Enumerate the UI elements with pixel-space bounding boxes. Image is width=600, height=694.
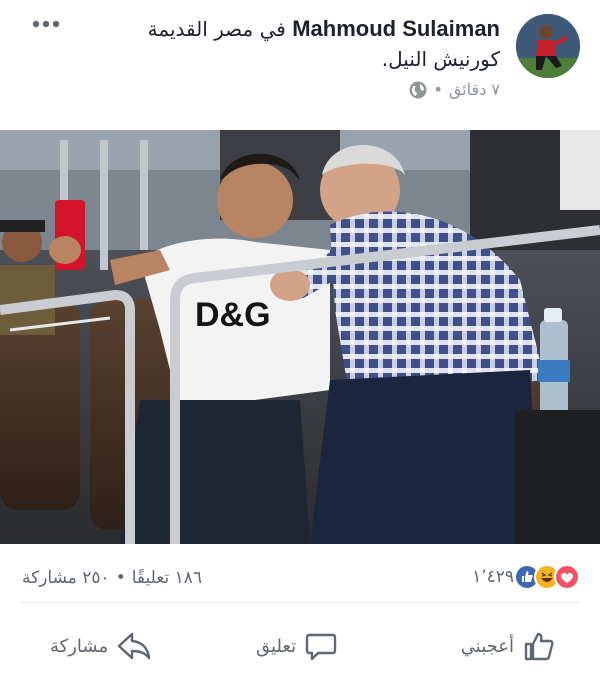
meta-separator: • — [433, 80, 443, 99]
engagement-counts: ١٬٤٢٩ ١٨٦ تعليقًا • ٢٥٠ مشاركة — [0, 556, 600, 596]
share-label: مشاركة — [50, 635, 109, 657]
globe-icon — [409, 81, 427, 98]
like-button[interactable]: أعجبني — [461, 626, 556, 666]
share-arrow-icon — [117, 632, 151, 660]
post-time[interactable]: ٧ دقائق — [449, 80, 500, 99]
post-header-text: Mahmoud Sulaiman في مصر القديمة كورنيش ا… — [80, 14, 500, 99]
reaction-summary[interactable]: ١٬٤٢٩ — [472, 564, 580, 590]
comment-label: تعليق — [256, 635, 297, 657]
post-photo[interactable]: D&G — [0, 130, 600, 544]
comment-button[interactable]: تعليق — [256, 626, 338, 666]
author-name[interactable]: Mahmoud Sulaiman — [292, 16, 500, 41]
comment-count[interactable]: ١٨٦ تعليقًا — [132, 568, 202, 588]
like-label: أعجبني — [460, 635, 514, 657]
divider — [20, 602, 580, 603]
share-count[interactable]: ٢٥٠ مشاركة — [22, 568, 110, 588]
thumbs-up-icon — [524, 632, 554, 661]
post-meta: ٧ دقائق • — [80, 80, 500, 99]
love-reaction-icon — [554, 564, 580, 590]
author-avatar[interactable] — [516, 14, 580, 78]
comment-bubble-icon — [305, 633, 337, 661]
location-name[interactable]: مصر القديمة — [148, 17, 254, 41]
action-bar: أعجبني تعليق مشاركة — [0, 612, 600, 682]
comment-share-counts: ١٨٦ تعليقًا • ٢٥٠ مشاركة — [22, 568, 202, 588]
reaction-count[interactable]: ١٬٤٢٩ — [472, 567, 514, 587]
svg-text:D&G: D&G — [195, 296, 271, 334]
location-prefix: في — [259, 17, 286, 41]
post-header: Mahmoud Sulaiman في مصر القديمة كورنيش ا… — [0, 0, 600, 128]
count-separator: • — [115, 568, 126, 588]
post-body: كورنيش النيل. — [381, 47, 500, 71]
post-title-line: Mahmoud Sulaiman في مصر القديمة — [80, 14, 500, 44]
more-options-icon[interactable] — [30, 12, 62, 36]
share-button[interactable]: مشاركة — [50, 626, 152, 666]
